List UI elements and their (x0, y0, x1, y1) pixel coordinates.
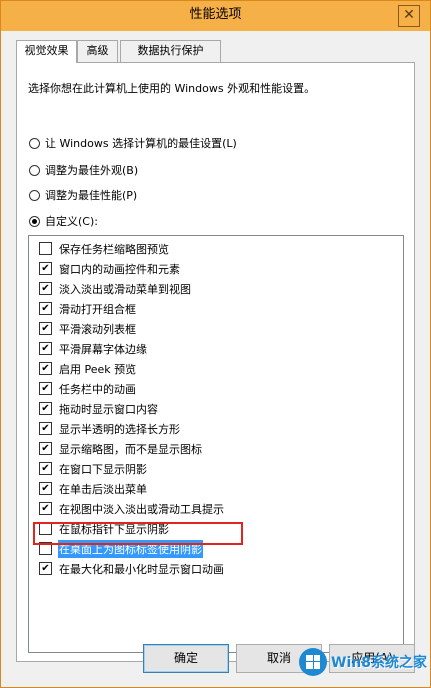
radio-icon (29, 164, 40, 176)
window-title: 性能选项 (189, 7, 242, 22)
radio-label: 调整为最佳外观(B) (45, 164, 139, 177)
checkbox-checked-icon: ✔ (39, 502, 52, 515)
effect-label: 在窗口下显示阴影 (59, 462, 147, 476)
radio-best-performance[interactable]: 调整为最佳性能(P) (29, 187, 137, 203)
radio-icon (29, 137, 40, 149)
tab-label: 视觉效果 (24, 44, 69, 57)
effect-label: 在视图中淡入淡出或滑动工具提示 (59, 502, 224, 516)
effect-label: 启用 Peek 预览 (59, 362, 137, 376)
dialog-body: 视觉效果 高级 数据执行保护 选择你想在此计算机上使用的 Windows 外观和… (1, 31, 430, 687)
checkbox-checked-icon: ✔ (39, 462, 52, 475)
effect-label: 任务栏中的动画 (59, 382, 136, 396)
effect-window-shadows[interactable]: ✔ 在窗口下显示阴影 (39, 459, 148, 478)
effect-label: 淡入淡出或滑动菜单到视图 (59, 282, 191, 296)
checkbox-checked-icon: ✔ (39, 282, 52, 295)
radio-label: 让 Windows 选择计算机的最佳设置(L) (45, 137, 237, 150)
tab-data-execution-prevention[interactable]: 数据执行保护 (120, 40, 221, 62)
checkbox-checked-icon: ✔ (39, 322, 52, 335)
red-highlight-frame (33, 522, 243, 545)
performance-options-dialog: 性能选项 ✕ 视觉效果 高级 数据执行保护 选择你想在此计算机上使用的 Wind… (0, 0, 431, 688)
radio-selected-icon (29, 215, 40, 227)
radio-let-windows-choose[interactable]: 让 Windows 选择计算机的最佳设置(L) (29, 135, 237, 151)
intro-text: 选择你想在此计算机上使用的 Windows 外观和性能设置。 (28, 82, 316, 95)
effect-taskbar-thumbnail-preview[interactable]: 保存任务栏缩略图预览 (39, 239, 170, 258)
visual-effects-list[interactable]: 保存任务栏缩略图预览 ✔ 窗口内的动画控件和元素 ✔ 淡入淡出或滑动菜单到视图 … (28, 235, 404, 653)
radio-label: 自定义(C): (45, 215, 98, 228)
effect-animate-controls[interactable]: ✔ 窗口内的动画控件和元素 (39, 259, 181, 278)
checkbox-checked-icon: ✔ (39, 422, 52, 435)
title-bar[interactable]: 性能选项 ✕ (1, 1, 430, 31)
effect-label: 窗口内的动画控件和元素 (59, 262, 180, 276)
visual-effects-panel: 选择你想在此计算机上使用的 Windows 外观和性能设置。 让 Windows… (16, 62, 415, 662)
effect-fade-slide-tooltips[interactable]: ✔ 在视图中淡入淡出或滑动工具提示 (39, 499, 225, 518)
tab-visual-effects[interactable]: 视觉效果 (16, 40, 77, 63)
effect-smooth-scroll-list[interactable]: ✔ 平滑滚动列表框 (39, 319, 137, 338)
effect-slide-open-combo[interactable]: ✔ 滑动打开组合框 (39, 299, 137, 318)
radio-label: 调整为最佳性能(P) (45, 189, 138, 202)
checkbox-unchecked-icon (39, 242, 52, 255)
radio-best-appearance[interactable]: 调整为最佳外观(B) (29, 162, 138, 178)
effect-label: 拖动时显示窗口内容 (59, 402, 158, 416)
checkbox-checked-icon: ✔ (39, 402, 52, 415)
watermark: Win8系统之家 (299, 642, 430, 681)
effect-show-window-contents-dragging[interactable]: ✔ 拖动时显示窗口内容 (39, 399, 159, 418)
effect-label: 显示半透明的选择长方形 (59, 422, 180, 436)
checkbox-checked-icon: ✔ (39, 442, 52, 455)
effect-fade-menus-after-click[interactable]: ✔ 在单击后淡出菜单 (39, 479, 148, 498)
checkbox-checked-icon: ✔ (39, 482, 52, 495)
effect-fade-slide-menus[interactable]: ✔ 淡入淡出或滑动菜单到视图 (39, 279, 192, 298)
ok-button[interactable]: 确定 (143, 644, 229, 673)
watermark-text: Win8系统之家 (331, 654, 427, 671)
checkbox-checked-icon: ✔ (39, 362, 52, 375)
radio-icon (29, 189, 40, 201)
effect-show-thumbnails[interactable]: ✔ 显示缩略图，而不是显示图标 (39, 439, 203, 458)
close-icon: ✕ (403, 7, 415, 23)
windows-logo-icon (299, 647, 327, 676)
checkbox-checked-icon: ✔ (39, 562, 52, 575)
effect-label: 保存任务栏缩略图预览 (59, 242, 169, 256)
effect-label: 平滑屏幕字体边缘 (59, 342, 147, 356)
checkbox-checked-icon: ✔ (39, 342, 52, 355)
close-button[interactable]: ✕ (398, 5, 420, 27)
effect-label: 平滑滚动列表框 (59, 322, 136, 336)
effect-label: 显示缩略图，而不是显示图标 (59, 442, 202, 456)
effect-label: 滑动打开组合框 (59, 302, 136, 316)
effect-smooth-font-edges[interactable]: ✔ 平滑屏幕字体边缘 (39, 339, 148, 358)
effect-label: 在最大化和最小化时显示窗口动画 (59, 562, 224, 576)
radio-custom[interactable]: 自定义(C): (29, 213, 98, 229)
effect-taskbar-animations[interactable]: ✔ 任务栏中的动画 (39, 379, 137, 398)
checkbox-checked-icon: ✔ (39, 382, 52, 395)
tab-label: 数据执行保护 (137, 44, 204, 57)
effect-animate-min-max[interactable]: ✔ 在最大化和最小化时显示窗口动画 (39, 559, 225, 578)
effect-label: 在单击后淡出菜单 (59, 482, 147, 496)
effect-translucent-selection[interactable]: ✔ 显示半透明的选择长方形 (39, 419, 181, 438)
checkbox-checked-icon: ✔ (39, 302, 52, 315)
tab-label: 高级 (86, 44, 109, 57)
tab-advanced[interactable]: 高级 (77, 40, 118, 62)
effect-enable-peek[interactable]: ✔ 启用 Peek 预览 (39, 359, 137, 378)
checkbox-checked-icon: ✔ (39, 262, 52, 275)
